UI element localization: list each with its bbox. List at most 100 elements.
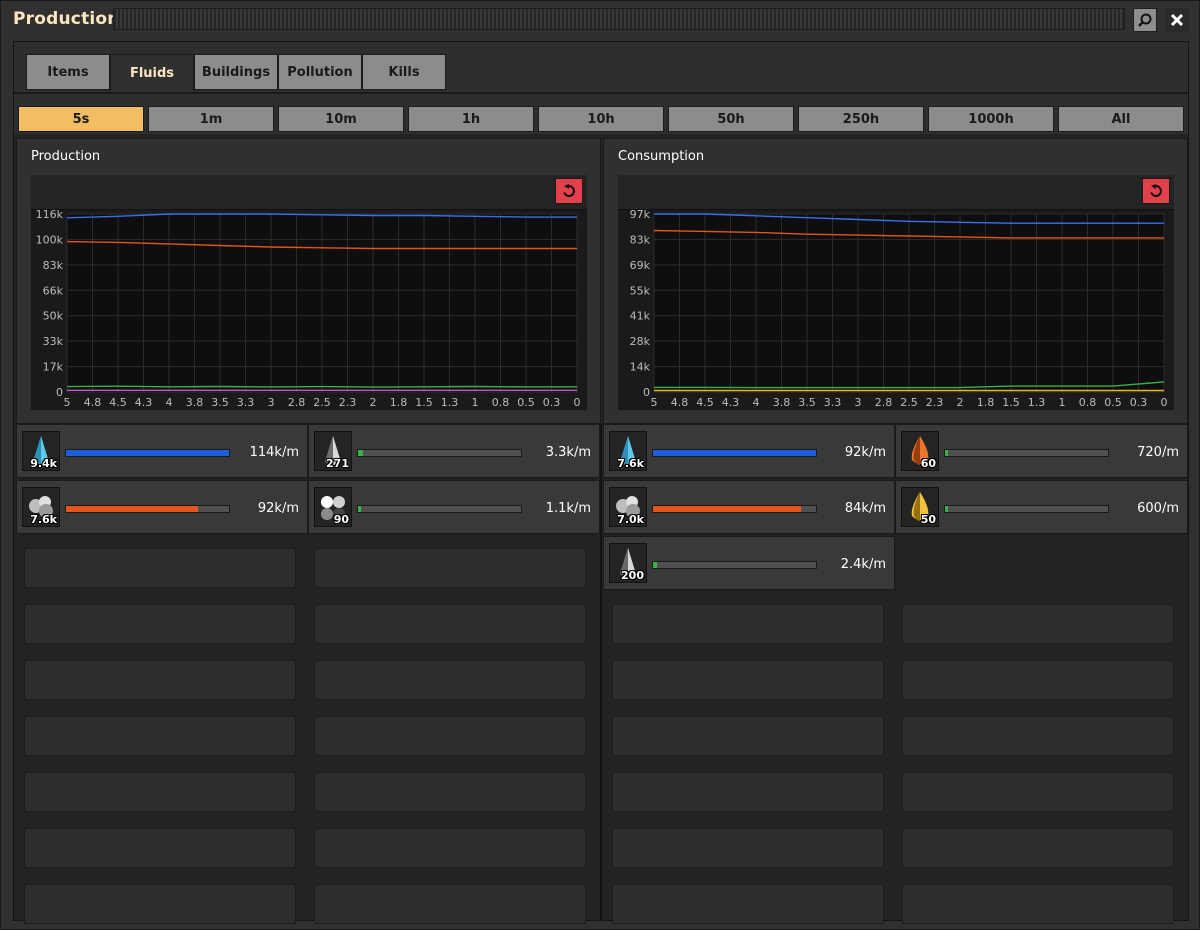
x-tick-label: 0 — [574, 396, 581, 409]
empty-slot — [902, 604, 1174, 644]
close-icon — [1170, 13, 1184, 27]
production-reset-button[interactable] — [555, 178, 583, 204]
y-tick-label: 33k — [43, 335, 64, 348]
empty-slot — [902, 884, 1174, 924]
x-tick-label: 1.5 — [415, 396, 433, 409]
empty-slot — [612, 772, 884, 812]
tab-kills[interactable]: Kills — [362, 54, 446, 90]
x-tick-label: 1.5 — [1002, 396, 1020, 409]
x-tick-label: 2.3 — [339, 396, 357, 409]
time-range-250h[interactable]: 250h — [798, 106, 924, 132]
empty-slot — [902, 772, 1174, 812]
production-panel: Items Fluids Buildings Pollution Kills 5… — [13, 41, 1189, 924]
consumption-graph-header — [618, 175, 1174, 210]
time-range-1000h[interactable]: 1000h — [928, 106, 1054, 132]
title-bar[interactable]: Production — [1, 1, 1200, 37]
lubricant-icon: 50 — [901, 487, 939, 527]
reset-icon — [1150, 184, 1162, 197]
consumption-row-heavy-oil[interactable]: 200 2.4k/m — [603, 536, 895, 590]
steam-icon: 7.6k — [609, 431, 647, 471]
y-tick-label: 41k — [630, 310, 651, 323]
x-tick-label: 1 — [472, 396, 479, 409]
consumption-row-crude-oil[interactable]: 60 720/m — [895, 424, 1188, 478]
production-bar — [65, 449, 230, 457]
rate-value: 84k/m — [844, 501, 886, 516]
production-graph-panel: Production 5 4.8 4.5 4.3 4 3.8 3.5 3.3 3 2.8 2.5 2.… — [16, 138, 601, 424]
heavy-oil-icon: 200 — [609, 543, 647, 583]
production-bar — [357, 449, 522, 457]
consumption-bar — [944, 505, 1109, 513]
tab-fluids[interactable]: Fluids — [110, 54, 194, 92]
close-button[interactable] — [1165, 8, 1189, 32]
empty-slot — [24, 828, 296, 868]
consumption-row-lubricant[interactable]: 50 600/m — [895, 480, 1188, 534]
consumption-reset-button[interactable] — [1142, 178, 1170, 204]
time-range-10h[interactable]: 10h — [538, 106, 664, 132]
y-tick-label: 97k — [630, 210, 651, 221]
x-tick-label: 4.3 — [722, 396, 740, 409]
x-tick-label: 3.3 — [824, 396, 842, 409]
consumption-row-steam[interactable]: 7.6k 92k/m — [603, 424, 895, 478]
tab-items[interactable]: Items — [26, 54, 110, 90]
bar-fill — [358, 506, 362, 512]
rate-value: 92k/m — [844, 445, 886, 460]
empty-slot — [314, 828, 586, 868]
time-range-1h[interactable]: 1h — [408, 106, 534, 132]
x-tick-label: 4.3 — [135, 396, 153, 409]
production-row-petroleum-gas[interactable]: 90 1.1k/m — [308, 480, 600, 534]
empty-slot — [314, 772, 586, 812]
empty-slot — [612, 828, 884, 868]
time-range-all[interactable]: All — [1058, 106, 1184, 132]
rate-value: 114k/m — [249, 445, 299, 460]
x-tick-label: 2.3 — [926, 396, 944, 409]
production-line-chart[interactable]: 5 4.8 4.5 4.3 4 3.8 3.5 3.3 3 2.8 2.5 2.3 2 1.8 1.5 1.3… — [31, 210, 587, 410]
tab-pollution[interactable]: Pollution — [278, 54, 362, 90]
tab-buildings[interactable]: Buildings — [194, 54, 278, 90]
empty-slot — [24, 772, 296, 812]
empty-slot — [24, 660, 296, 700]
production-row-heavy-oil[interactable]: 271 3.3k/m — [308, 424, 600, 478]
time-range-selector: 5s 1m 10m 1h 10h 50h 250h 1000h All — [14, 94, 1188, 134]
x-tick-label: 3 — [855, 396, 862, 409]
column-divider — [600, 424, 602, 920]
bar-fill — [653, 450, 816, 456]
time-range-5s[interactable]: 5s — [18, 106, 144, 132]
bar-fill — [653, 506, 802, 512]
x-tick-label: 5 — [64, 396, 71, 409]
consumption-bar — [652, 561, 817, 569]
y-tick-label: 83k — [630, 233, 651, 246]
category-tabs: Items Fluids Buildings Pollution Kills — [14, 42, 1188, 94]
time-range-50h[interactable]: 50h — [668, 106, 794, 132]
empty-slot — [314, 716, 586, 756]
consumption-bar — [652, 449, 817, 457]
water-icon: 7.0k — [609, 487, 647, 527]
x-tick-label: 4.5 — [696, 396, 714, 409]
consumption-line-chart[interactable]: 5 4.8 4.5 4.3 4 3.8 3.5 3.3 3 2.8 2.5 2.3 2 1.8 1.5 1.3… — [618, 210, 1174, 410]
y-tick-label: 116k — [36, 210, 64, 221]
x-tick-label: 1.3 — [1028, 396, 1046, 409]
rate-value: 1.1k/m — [545, 501, 591, 516]
time-range-10m[interactable]: 10m — [278, 106, 404, 132]
y-tick-label: 83k — [43, 259, 64, 272]
y-tick-label: 0 — [56, 386, 63, 399]
search-icon — [1138, 13, 1152, 27]
production-row-water[interactable]: 7.6k 92k/m — [16, 480, 308, 534]
crude-oil-icon: 60 — [901, 431, 939, 471]
x-tick-label: 2.5 — [313, 396, 331, 409]
x-tick-label: 2.8 — [288, 396, 306, 409]
empty-slot — [24, 604, 296, 644]
production-row-steam[interactable]: 9.4k 114k/m — [16, 424, 308, 478]
drag-handle[interactable] — [113, 8, 1125, 30]
rate-value: 600/m — [1137, 501, 1179, 516]
empty-slot — [314, 884, 586, 924]
production-graph-header — [31, 175, 587, 210]
x-tick-label: 2 — [957, 396, 964, 409]
x-tick-label: 3.8 — [186, 396, 204, 409]
time-range-1m[interactable]: 1m — [148, 106, 274, 132]
search-button[interactable] — [1133, 8, 1157, 32]
empty-slot — [902, 828, 1174, 868]
consumption-row-water[interactable]: 7.0k 84k/m — [603, 480, 895, 534]
x-tick-label: 3.8 — [773, 396, 791, 409]
y-tick-label: 0 — [643, 386, 650, 399]
x-tick-label: 3 — [268, 396, 275, 409]
